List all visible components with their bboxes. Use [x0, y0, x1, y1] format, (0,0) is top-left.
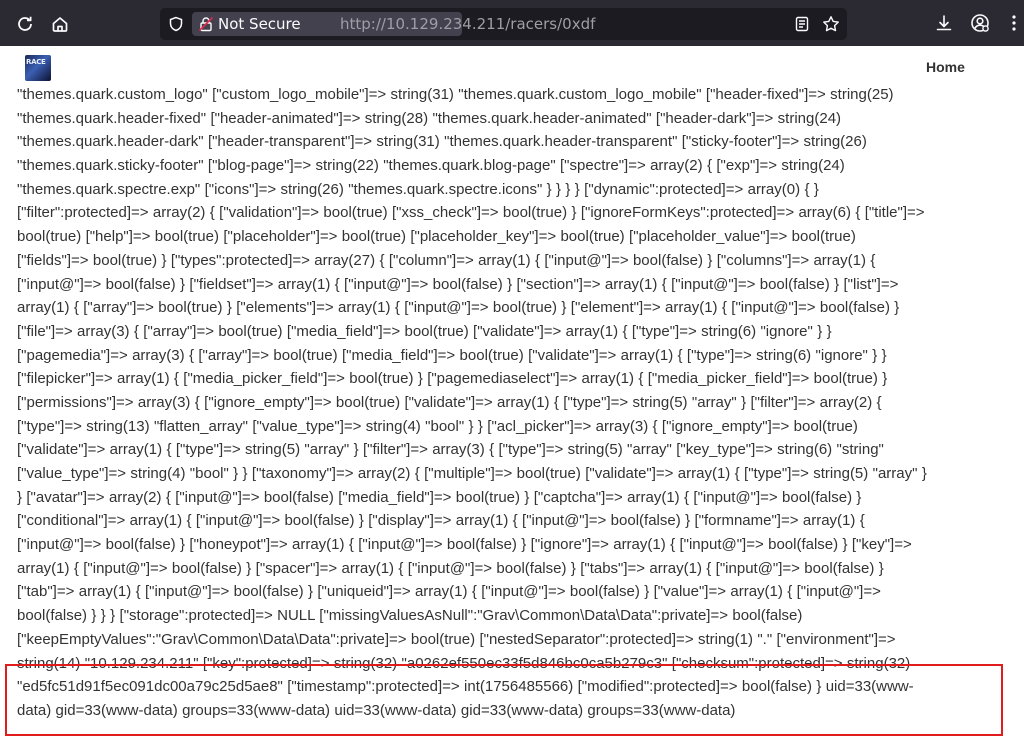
logo-wordmark: RACE — [26, 58, 46, 66]
dump-line: bool(false) } } } ["storage":protected]=… — [17, 607, 803, 625]
dump-line: "themes.quark.header-fixed" ["header-ani… — [17, 109, 842, 127]
dump-line: array(1) { ["array"]=> bool(true) } ["el… — [17, 299, 900, 317]
dump-line: "themes.quark.custom_logo" ["custom_logo… — [17, 86, 894, 103]
dump-line: ["input@"]=> bool(false) } ["fieldset"]=… — [17, 275, 899, 293]
dump-line: array(1) { ["input@"]=> bool(false) } ["… — [17, 559, 884, 577]
dump-line: ["type"]=> string(13) "flatten_array" ["… — [17, 417, 858, 435]
downloads-icon[interactable] — [934, 13, 954, 33]
reader-view-icon[interactable] — [794, 16, 810, 32]
url-path: /racers/0xdf — [505, 15, 596, 33]
dump-line: ["keepEmptyValues":"Grav\Common\Data\Dat… — [17, 630, 896, 648]
url-host: http://10.129.234.211 — [340, 15, 506, 33]
home-icon[interactable] — [47, 11, 73, 37]
dump-line: ["conditional"]=> array(1) { ["input@"]=… — [17, 512, 865, 530]
dump-line: ["filter":protected]=> array(2) { ["vali… — [17, 204, 925, 222]
var-dump-output: "themes.quark.custom_logo" ["custom_logo… — [17, 83, 1007, 723]
reload-icon[interactable] — [12, 11, 38, 37]
dump-line: ["filepicker"]=> array(1) { ["media_pick… — [17, 370, 888, 388]
dump-line: ["input@"]=> bool(false) } ["honeypot"]=… — [17, 536, 912, 554]
url-text[interactable]: http://10.129.234.211/racers/0xdf — [340, 12, 595, 36]
address-bar[interactable]: Not Secure http://10.129.234.211/racers/… — [160, 8, 847, 40]
dump-line: ["pagemedia"]=> array(3) { ["array"]=> b… — [17, 346, 887, 364]
dump-line: "themes.quark.header-dark" ["header-tran… — [17, 133, 867, 151]
nav-home-link[interactable]: Home — [926, 59, 965, 75]
dump-line: } ["avatar"]=> array(2) { ["input@"]=> b… — [17, 488, 862, 506]
dump-line: ["validate"]=> array(1) { ["type"]=> str… — [17, 441, 884, 459]
dump-line: ["permissions"]=> array(3) { ["ignore_em… — [17, 393, 882, 411]
tracking-shield-icon[interactable] — [168, 16, 184, 32]
dump-line: ["fields"]=> bool(true) } ["types":prote… — [17, 251, 876, 269]
dump-line: ["tab"]=> array(1) { ["input@"]=> bool(f… — [17, 583, 881, 601]
dump-line: "themes.quark.sticky-footer" ["blog-page… — [17, 157, 845, 175]
insecure-lock-icon — [198, 16, 214, 32]
not-secure-label: Not Secure — [218, 15, 301, 33]
dump-line: bool(true) ["help"]=> bool(true) ["place… — [17, 228, 856, 246]
security-indicator[interactable]: Not Secure http://10.129.234.211/racers/… — [192, 12, 595, 36]
dump-line: ["file"]=> array(3) { ["array"]=> bool(t… — [17, 322, 832, 340]
extensions-icon[interactable] — [1004, 13, 1024, 33]
browser-toolbar: Not Secure http://10.129.234.211/racers/… — [0, 0, 1024, 46]
bookmark-star-icon[interactable] — [822, 15, 840, 33]
dump-line: "themes.quark.spectre.exp" ["icons"]=> s… — [17, 180, 819, 198]
account-icon[interactable] — [970, 13, 990, 33]
dump-line: ["value_type"]=> string(4) "bool" } } ["… — [17, 465, 927, 482]
highlight-annotation-box — [5, 664, 1003, 736]
site-logo[interactable]: RACE — [25, 55, 51, 81]
